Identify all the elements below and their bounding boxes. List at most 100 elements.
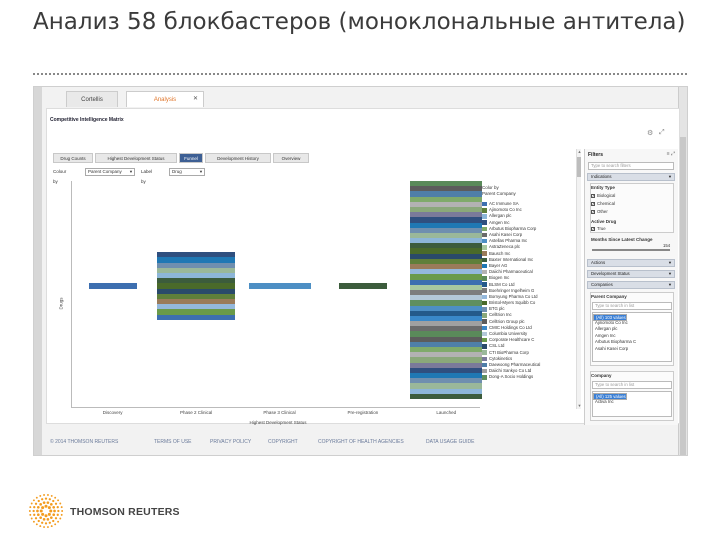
subtab-development-history[interactable]: Development History: [205, 153, 271, 163]
legend-label: Amgen Inc: [489, 219, 510, 225]
logo-dot: [28, 510, 31, 512]
logo-dot: [37, 519, 40, 523]
company-search[interactable]: Type to search in list: [592, 381, 672, 389]
legend-swatch: [482, 356, 487, 362]
legend-swatch: [482, 368, 487, 374]
chevron-down-icon: ▼: [668, 260, 672, 265]
bar-segment[interactable]: [338, 283, 387, 289]
list-item[interactable]: Asahi Kasei Corp: [593, 346, 671, 353]
window-scrollbar-thumb[interactable]: [680, 137, 686, 455]
y-axis: [71, 181, 72, 407]
bar-segment[interactable]: [410, 393, 483, 399]
checkbox-active-true[interactable]: ✓ True: [591, 226, 606, 232]
logo-dot: [41, 521, 44, 524]
checkbox-other[interactable]: ✓ Other: [591, 209, 608, 215]
logo-dot: [39, 516, 42, 520]
tab-cortellis[interactable]: Cortellis: [66, 91, 118, 107]
logo-dot: [39, 502, 42, 506]
logo-dot: [46, 518, 50, 521]
chart-legend: Color by Parent Company AC Immune SA Ajin…: [482, 185, 562, 380]
subtab-highest-dev-status[interactable]: Highest Development Status: [95, 153, 177, 163]
logo-dot: [41, 498, 44, 501]
logo-dot: [42, 518, 46, 521]
colour-by-select[interactable]: Parent Company ▼: [85, 168, 135, 176]
label-by-select[interactable]: Drug ▼: [169, 168, 205, 176]
legend-swatch: [482, 331, 487, 337]
checkbox-icon: ✓: [591, 227, 595, 231]
logo-dot: [35, 523, 38, 526]
company-list[interactable]: (All) 125 valuesAC Immune SAActiva Inc: [592, 391, 672, 417]
list-item[interactable]: (All) 125 values: [593, 393, 627, 400]
company-name: THOMSON REUTERS: [70, 506, 180, 518]
legend-label: Biogen Inc: [489, 275, 510, 281]
subtab-funnel[interactable]: Funnel: [179, 153, 203, 163]
legend-item[interactable]: Dong-A Socio Holdings: [482, 374, 562, 380]
company-label: Company: [591, 373, 612, 378]
scroll-up-icon[interactable]: ▲: [577, 149, 582, 155]
bar-segment[interactable]: [248, 283, 311, 289]
logo-dot: [34, 502, 38, 505]
bar-stack-phase-2-clinical[interactable]: [157, 252, 236, 320]
logo-dot: [47, 506, 51, 510]
settings-icon[interactable]: ⚙: [647, 129, 653, 137]
footer-link-copyright[interactable]: COPYRIGHT: [268, 439, 298, 445]
colour-by-value: Parent Company: [88, 169, 122, 174]
chevron-down-icon: ▼: [668, 271, 672, 276]
legend-swatch: [482, 307, 487, 312]
expand-icon[interactable]: ⤢: [659, 129, 665, 137]
legend-swatch: [482, 325, 487, 331]
close-tab-icon[interactable]: ✕: [193, 91, 198, 107]
bar-segment[interactable]: [157, 314, 236, 320]
logo-dot: [52, 499, 55, 503]
legend-swatch: [482, 238, 487, 244]
parent-company-search[interactable]: Type to search in list: [592, 302, 672, 310]
parent-company-list[interactable]: (All) 103 valuesAC Immune SAAjinomoto Co…: [592, 312, 672, 362]
logo-dot: [33, 506, 36, 509]
logo-dot: [54, 523, 57, 526]
legend-label: Bausch Inc: [489, 250, 511, 256]
legend-label: CMIC Holdings Co Ltd: [489, 324, 532, 330]
scroll-down-icon[interactable]: ▼: [577, 403, 582, 409]
filter-indications[interactable]: Indications ▼: [587, 173, 675, 181]
footer-link-privacy[interactable]: PRIVACY POLICY: [210, 439, 251, 445]
bar-stack-phase-3-clinical[interactable]: [248, 283, 311, 289]
logo-dot: [50, 502, 53, 506]
legend-scrollbar[interactable]: ▲ ▼: [576, 149, 581, 409]
legend-scroll-thumb[interactable]: [577, 157, 581, 177]
footer-copyright: © 2014 THOMSON REUTERS: [50, 439, 119, 445]
filter-search-input[interactable]: Type to search filters: [588, 162, 674, 170]
bar-stack-pre-registration[interactable]: [338, 283, 387, 289]
checkbox-biological[interactable]: ✓ Biological: [591, 193, 615, 199]
logo-dot: [54, 496, 57, 499]
footer-link-data-usage[interactable]: DATA USAGE GUIDE: [426, 439, 474, 445]
logo-dot: [36, 509, 39, 513]
filters-menu-icon[interactable]: ≡ ⤢: [667, 151, 675, 157]
logo-dot: [50, 516, 53, 520]
left-edge-bar: [34, 87, 42, 455]
logo-dot: [39, 494, 42, 497]
months-slider[interactable]: [592, 249, 670, 251]
filter-actions[interactable]: Actions ▼: [587, 259, 675, 267]
legend-swatch: [482, 257, 487, 263]
subtab-overview[interactable]: Overview: [273, 153, 309, 163]
legend-swatch: [482, 300, 487, 306]
list-item[interactable]: (All) 103 values: [593, 314, 627, 321]
filter-companies[interactable]: Companies ▼: [587, 281, 675, 289]
bar-stack-discovery[interactable]: [88, 283, 137, 289]
logo-dot: [60, 506, 63, 509]
logo-dot: [36, 505, 40, 509]
footer-link-health-agencies[interactable]: COPYRIGHT OF HEALTH AGENCIES: [318, 439, 404, 445]
legend-label: Bornyung Pharma Co Ltd: [489, 293, 538, 299]
footer-link-terms[interactable]: TERMS OF USE: [154, 439, 192, 445]
chevron-down-icon: ▼: [199, 169, 203, 174]
filter-development-status[interactable]: Development Status ▼: [587, 270, 675, 278]
bar-segment[interactable]: [88, 283, 137, 289]
subtab-drug-counts[interactable]: Drug Counts: [53, 153, 93, 163]
thomson-reuters-logo: [28, 494, 64, 528]
checkbox-chemical[interactable]: ✓ Chemical: [591, 201, 615, 207]
legend-list: AC Immune SA Ajinomoto Co Inc Allergan plc…: [482, 201, 562, 380]
legend-swatch: [482, 313, 487, 318]
checkbox-icon: ✓: [591, 202, 595, 206]
bar-stack-launched[interactable]: [410, 181, 483, 399]
logo-dot: [43, 494, 46, 496]
